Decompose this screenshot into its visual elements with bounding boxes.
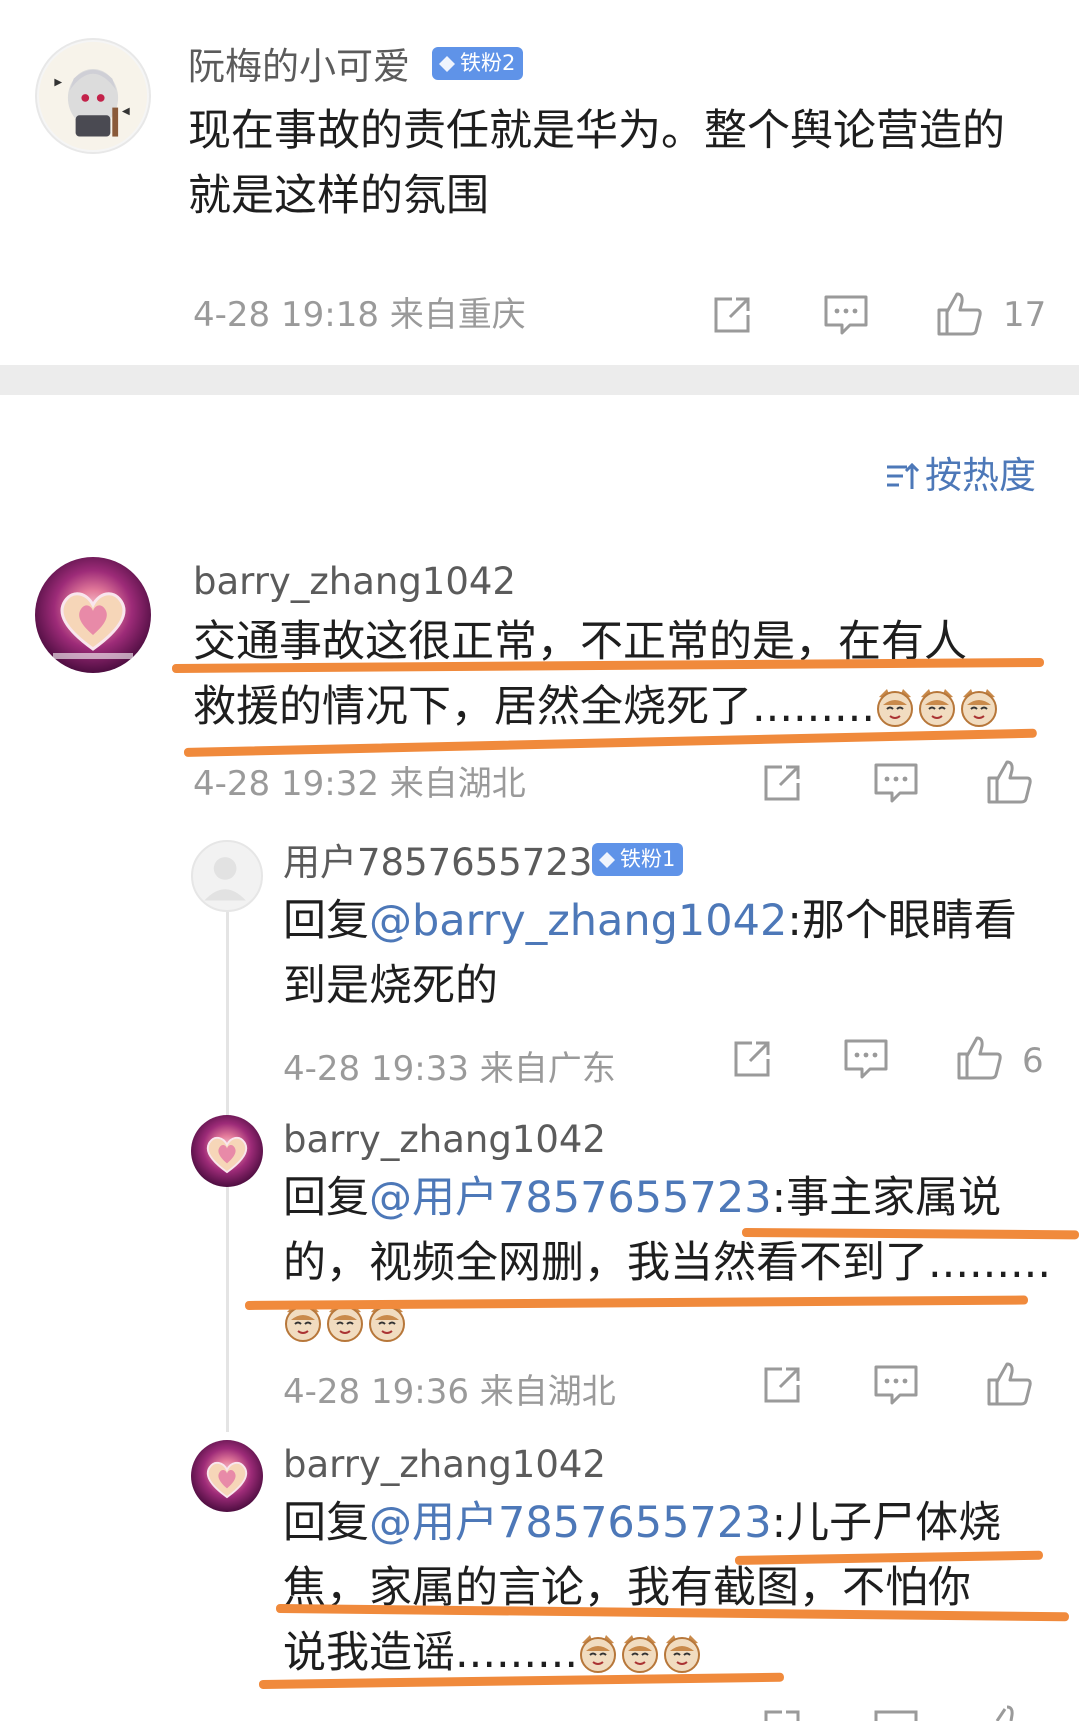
reply-text: 回复@用户7857655723:事主家属说	[283, 1173, 1002, 1223]
mention-link[interactable]: @用户7857655723	[369, 1173, 772, 1223]
fan-badge: 铁粉2	[432, 47, 524, 80]
share-icon[interactable]	[760, 761, 804, 805]
reply-text: 到是烧死的	[283, 961, 498, 1011]
comment-icon[interactable]	[872, 1708, 920, 1721]
cat-emoji	[959, 681, 999, 727]
share-icon[interactable]	[760, 1706, 804, 1721]
sort-toggle[interactable]: 按热度	[885, 457, 1036, 494]
avatar[interactable]	[35, 557, 151, 673]
timestamp-location: 4-28 19:33 来自广东	[283, 1049, 616, 1089]
share-icon[interactable]	[710, 293, 754, 337]
avatar[interactable]	[191, 1115, 263, 1187]
like-icon[interactable]	[985, 758, 1033, 806]
like-count: 17	[1003, 295, 1047, 335]
share-icon[interactable]	[730, 1037, 774, 1081]
like-icon[interactable]	[985, 1703, 1033, 1721]
username[interactable]: barry_zhang1042	[283, 1121, 606, 1158]
mention-link[interactable]: @barry_zhang1042	[369, 896, 787, 946]
reply-text: 的，视频全网删，我当然看不到了.........	[283, 1238, 1052, 1288]
cat-emoji	[578, 1627, 618, 1673]
cat-emoji	[917, 681, 957, 727]
timestamp-location: 4-28 19:32 来自湖北	[193, 764, 526, 804]
avatar[interactable]	[191, 1440, 263, 1512]
timestamp-location: 4-28 19:18 来自重庆	[193, 295, 526, 335]
like-icon[interactable]	[985, 1360, 1033, 1408]
section-divider	[0, 365, 1079, 395]
diamond-icon	[439, 55, 455, 72]
highlight-underline	[244, 1295, 1029, 1310]
username[interactable]: barry_zhang1042	[283, 1446, 606, 1483]
comment-icon[interactable]	[822, 293, 870, 337]
username[interactable]: barry_zhang1042	[193, 563, 516, 600]
timestamp-location: 4-28 19:36 来自湖北	[283, 1372, 616, 1412]
comment-icon[interactable]	[842, 1037, 890, 1081]
username[interactable]: 阮梅的小可爱	[188, 48, 410, 85]
fan-badge: 铁粉1	[592, 843, 684, 876]
username[interactable]: 用户7857655723	[283, 844, 592, 881]
cat-emoji	[620, 1627, 660, 1673]
like-icon[interactable]	[935, 290, 983, 338]
like-count: 6	[1022, 1041, 1044, 1081]
comment-icon[interactable]	[872, 1363, 920, 1407]
avatar[interactable]	[35, 38, 151, 154]
reply-text: 回复@barry_zhang1042:那个眼睛看	[283, 896, 1017, 946]
sort-icon	[887, 462, 919, 489]
comment-text: 救援的情况下，居然全烧死了.........	[193, 675, 1001, 740]
comment-icon[interactable]	[872, 761, 920, 805]
diamond-icon	[599, 851, 615, 868]
comment-text: 就是这样的氛围	[188, 171, 489, 221]
mention-link[interactable]: @用户7857655723	[369, 1498, 772, 1548]
badge-label: 铁粉2	[460, 51, 516, 75]
cat-emoji	[662, 1627, 702, 1673]
comment-text: 现在事故的责任就是华为。整个舆论营造的	[188, 106, 1005, 156]
reply-text: 回复@用户7857655723:儿子尸体烧	[283, 1498, 1002, 1548]
sort-label: 按热度	[925, 454, 1036, 497]
cat-emoji	[875, 681, 915, 727]
like-icon[interactable]	[955, 1034, 1003, 1082]
badge-label: 铁粉1	[620, 847, 676, 871]
avatar[interactable]	[191, 840, 263, 912]
share-icon[interactable]	[760, 1363, 804, 1407]
